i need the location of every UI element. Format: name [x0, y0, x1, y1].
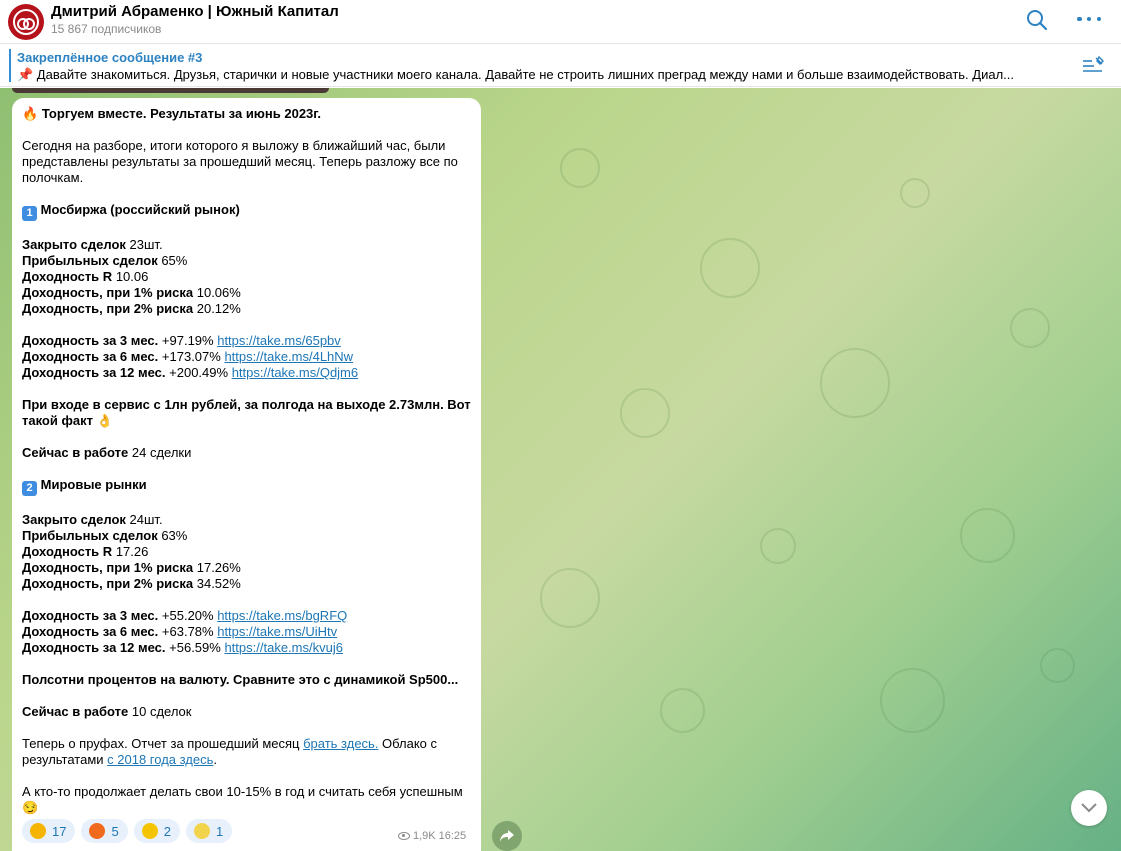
- avatar-logo-icon: [13, 9, 39, 35]
- stat-label: Доходность, при 2% риска: [22, 576, 194, 591]
- keycap-2-icon: 2: [22, 481, 37, 496]
- stat-value: 17.26: [115, 544, 149, 559]
- scroll-down-button[interactable]: [1071, 790, 1107, 826]
- reaction-count: 17: [52, 823, 67, 839]
- message-time: 16:25: [438, 830, 467, 842]
- stat-label: Доходность, при 1% риска: [22, 285, 194, 300]
- stat-label: Доходность за 3 мес.: [22, 608, 159, 623]
- stat-value: +55.20%: [161, 608, 218, 623]
- stat-value: 10 сделок: [131, 704, 192, 719]
- stat-value: 34.52%: [196, 576, 241, 591]
- outro-text: А кто-то продолжает делать свои 10-15% в…: [22, 784, 463, 815]
- proof-text: .: [213, 752, 218, 767]
- section-1-title: Мосбиржа (российский рынок): [40, 202, 240, 217]
- previous-message-media: [12, 88, 329, 93]
- stat-label: Закрыто сделок: [22, 512, 126, 527]
- share-arrow-icon: [500, 830, 514, 842]
- stat-value: 17.26%: [196, 560, 241, 575]
- reaction-count: 2: [163, 823, 171, 839]
- stat-label: Закрыто сделок: [22, 237, 126, 252]
- stat-value: +200.49%: [169, 365, 229, 380]
- fire-emoji-icon: 🔥: [22, 106, 39, 121]
- stat-label: Сейчас в работе: [22, 704, 129, 719]
- reaction-count: 5: [111, 823, 119, 839]
- stat-value: 63%: [161, 528, 188, 543]
- proof-link[interactable]: https://take.ms/65pbv: [217, 333, 341, 348]
- chevron-down-icon: [1081, 803, 1097, 813]
- stat-label: Доходность R: [22, 269, 113, 284]
- reaction-count: 1: [215, 823, 224, 839]
- proof-link[interactable]: https://take.ms/UiHtv: [217, 624, 337, 639]
- banana-icon: [193, 823, 210, 839]
- stat-label: Доходность, при 1% риска: [22, 560, 194, 575]
- pinned-indicator: [9, 49, 11, 82]
- stat-label: Доходность R: [22, 544, 113, 559]
- stat-value: 20.12%: [196, 301, 241, 316]
- reaction-fire[interactable]: 5: [81, 819, 128, 843]
- grinning-face-icon: [141, 823, 158, 839]
- more-options-icon[interactable]: [1077, 11, 1101, 27]
- stat-value: 24шт.: [129, 512, 163, 527]
- stat-label: Сейчас в работе: [22, 445, 129, 460]
- pinned-list-icon[interactable]: [1082, 56, 1104, 76]
- reactions-bar: 17 5 2 1: [22, 819, 233, 843]
- reaction-banana[interactable]: 1: [185, 819, 233, 843]
- pinned-title: Закреплённое сообщение #3: [17, 50, 203, 65]
- stat-value: +56.59%: [169, 640, 221, 655]
- message-bubble: 🔥 Торгуем вместе. Результаты за июнь 202…: [12, 98, 481, 851]
- subscriber-count: 15 867 подписчиков: [51, 22, 162, 36]
- proof-link[interactable]: https://take.ms/4LhNw: [224, 349, 353, 364]
- chat-header: Дмитрий Абраменко | Южный Капитал 15 867…: [0, 0, 1121, 44]
- stat-label: Прибыльных сделок: [22, 253, 158, 268]
- stat-value: 24 сделки: [131, 445, 192, 460]
- reaction-grinning[interactable]: 2: [133, 819, 180, 843]
- keycap-1-icon: 1: [22, 206, 37, 221]
- note-text: Полсотни процентов на валюту. Сравните э…: [22, 672, 459, 687]
- stat-label: Прибыльных сделок: [22, 528, 158, 543]
- proof-text: Теперь о пруфах. Отчет за прошедший меся…: [22, 736, 304, 751]
- proof-link[interactable]: https://take.ms/kvuj6: [224, 640, 343, 655]
- stat-value: 10.06: [115, 269, 149, 284]
- pinned-text: 📌 Давайте знакомиться. Друзья, старички …: [17, 67, 1015, 82]
- stat-label: Доходность за 6 мес.: [22, 349, 159, 364]
- channel-title[interactable]: Дмитрий Абраменко | Южный Капитал: [51, 3, 339, 20]
- share-button[interactable]: [492, 821, 522, 851]
- search-icon[interactable]: [1026, 9, 1048, 31]
- channel-avatar[interactable]: [8, 4, 44, 40]
- thumbs-up-icon: [30, 823, 46, 839]
- stat-value: +173.07%: [161, 349, 221, 364]
- fact-text: При входе в сервис с 1лн рублей, за полг…: [22, 397, 471, 428]
- pinned-message-bar[interactable]: Закреплённое сообщение #3 📌 Давайте знак…: [0, 44, 1121, 87]
- reaction-thumbs-up[interactable]: 17: [22, 819, 76, 843]
- stat-value: 65%: [161, 253, 188, 268]
- message-heading: Торгуем вместе. Результаты за июнь 2023г…: [41, 106, 322, 121]
- fire-icon: [89, 823, 106, 839]
- message-meta: 1,9K 16:25: [398, 830, 466, 842]
- cloud-link[interactable]: с 2018 года здесь: [107, 752, 213, 767]
- proof-link[interactable]: https://take.ms/Qdjm6: [232, 365, 358, 380]
- stat-label: Доходность за 12 мес.: [22, 365, 166, 380]
- stat-label: Доходность за 12 мес.: [22, 640, 166, 655]
- stat-value: +97.19%: [161, 333, 214, 348]
- eye-icon: [398, 832, 410, 840]
- report-link[interactable]: брать здесь.: [303, 736, 378, 751]
- stat-label: Доходность за 6 мес.: [22, 624, 159, 639]
- view-count: 1,9K: [413, 830, 436, 842]
- proof-link[interactable]: https://take.ms/bgRFQ: [217, 608, 347, 623]
- stat-label: Доходность, при 2% риска: [22, 301, 194, 316]
- stat-value: 10.06%: [196, 285, 241, 300]
- stat-value: 23шт.: [129, 237, 163, 252]
- stat-label: Доходность за 3 мес.: [22, 333, 159, 348]
- stat-value: +63.78%: [161, 624, 214, 639]
- message-text: 🔥 Торгуем вместе. Результаты за июнь 202…: [22, 106, 471, 816]
- intro-text: Сегодня на разборе, итоги которого я выл…: [22, 138, 458, 185]
- section-2-title: Мировые рынки: [40, 477, 147, 492]
